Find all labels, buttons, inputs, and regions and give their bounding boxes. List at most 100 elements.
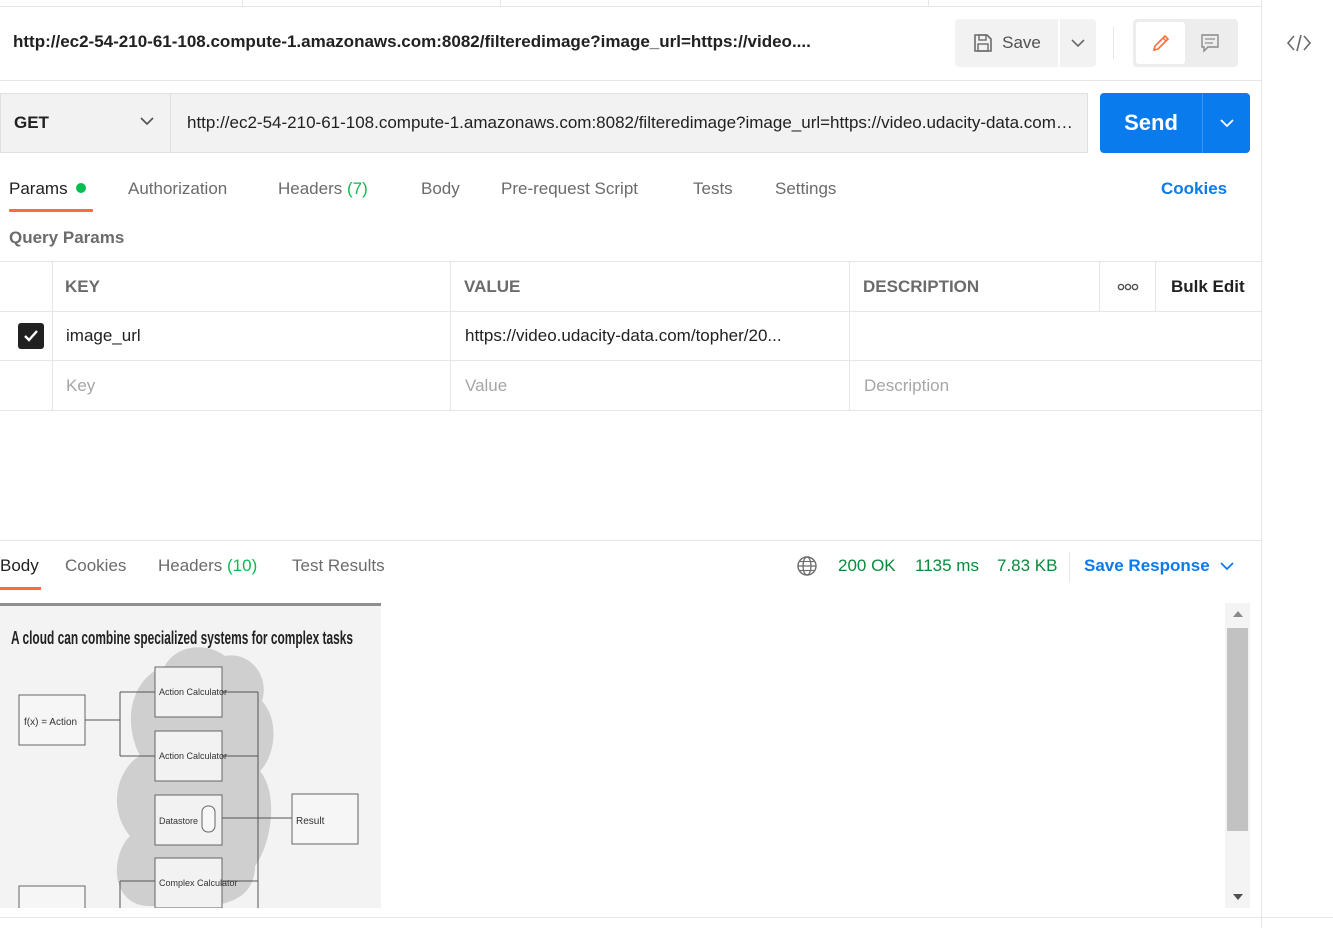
column-divider — [849, 261, 850, 411]
send-button[interactable]: Send — [1100, 93, 1202, 153]
param-description-cell[interactable] — [863, 312, 1253, 360]
datastore-label: Datastore — [159, 816, 198, 826]
tab-authorization[interactable]: Authorization — [128, 179, 227, 199]
save-options-button[interactable] — [1060, 19, 1096, 67]
param-value-cell[interactable]: https://video.udacity-data.com/topher/20… — [465, 312, 840, 360]
code-icon — [1286, 34, 1312, 52]
edit-mode-button[interactable] — [1136, 22, 1185, 64]
http-method-value: GET — [14, 113, 49, 132]
tab-response-headers[interactable]: Headers (10) — [158, 556, 257, 576]
response-image-preview: A cloud can combine specialized systems … — [0, 603, 381, 908]
tab-body[interactable]: Body — [421, 179, 460, 199]
tab-response-body[interactable]: Body — [0, 556, 39, 576]
table-row: image_url https://video.udacity-data.com… — [0, 312, 1261, 361]
tab-divider — [500, 0, 501, 7]
query-params-table: KEY VALUE DESCRIPTION Bulk Edit image_ur… — [0, 261, 1261, 411]
send-options-button[interactable] — [1203, 93, 1250, 153]
new-description-input[interactable]: Description — [864, 361, 949, 410]
response-scrollbar[interactable] — [1225, 603, 1250, 908]
tab-params[interactable]: Params — [9, 179, 86, 199]
status-bar-border — [0, 917, 1333, 918]
save-button-group: Save — [955, 19, 1096, 67]
scroll-down-button[interactable] — [1225, 886, 1250, 908]
toolbar-divider — [1113, 27, 1114, 59]
action-calculator-label: Action Calculator — [159, 751, 227, 761]
partial-node — [18, 885, 86, 908]
chevron-down-icon — [1220, 562, 1234, 571]
pencil-icon — [1152, 34, 1169, 52]
tab-settings[interactable]: Settings — [775, 179, 836, 199]
column-header-value: VALUE — [464, 276, 521, 296]
params-active-indicator — [75, 183, 86, 193]
column-options-button[interactable] — [1100, 262, 1155, 311]
active-tab-indicator — [9, 209, 93, 212]
save-response-button[interactable]: Save Response — [1084, 556, 1234, 576]
tab-params-label: Params — [9, 179, 68, 198]
network-info-button[interactable] — [796, 555, 818, 582]
scroll-up-button[interactable] — [1225, 603, 1250, 625]
tab-response-headers-label: Headers — [158, 556, 223, 575]
tab-headers-label: Headers — [278, 179, 343, 198]
save-label: Save — [1002, 33, 1041, 52]
tab-test-results[interactable]: Test Results — [292, 556, 385, 576]
table-row-empty: Key Value Description — [0, 361, 1261, 411]
comment-icon — [1200, 34, 1219, 53]
action-calculator-label: Action Calculator — [159, 687, 227, 697]
tab-pre-request-script[interactable]: Pre-request Script — [501, 179, 638, 199]
active-response-tab-indicator — [0, 587, 41, 590]
response-status[interactable]: 200 OK — [838, 556, 896, 576]
arrow-down-icon — [1232, 894, 1243, 900]
column-header-description: DESCRIPTION — [863, 276, 980, 296]
new-key-input[interactable]: Key — [66, 361, 95, 410]
comments-mode-button[interactable] — [1185, 22, 1234, 64]
save-response-label: Save Response — [1084, 556, 1210, 575]
column-divider — [1155, 261, 1156, 312]
more-horizontal-icon — [1117, 283, 1138, 290]
tab-response-cookies[interactable]: Cookies — [65, 556, 126, 576]
request-url-input[interactable]: http://ec2-54-210-61-108.compute-1.amazo… — [170, 93, 1088, 153]
checkmark-icon — [24, 330, 38, 342]
result-node-label: Result — [296, 816, 325, 827]
tab-tests[interactable]: Tests — [693, 179, 733, 199]
query-params-heading: Query Params — [9, 228, 125, 247]
response-size[interactable]: 7.83 KB — [997, 556, 1058, 576]
complex-calculator-label: Complex Calculator — [159, 878, 238, 888]
tab-divider — [928, 0, 929, 7]
param-enabled-checkbox[interactable] — [18, 323, 44, 349]
tab-headers[interactable]: Headers (7) — [278, 179, 368, 199]
column-divider — [52, 261, 53, 411]
request-name[interactable]: http://ec2-54-210-61-108.compute-1.amazo… — [13, 32, 913, 52]
save-icon — [974, 34, 992, 52]
right-sidebar — [1261, 0, 1333, 928]
param-enabled-cell — [18, 312, 44, 360]
column-divider — [450, 261, 451, 411]
postman-request-editor: http://ec2-54-210-61-108.compute-1.amazo… — [0, 0, 1333, 928]
scroll-thumb[interactable] — [1227, 628, 1248, 831]
cookies-link[interactable]: Cookies — [1161, 179, 1227, 199]
request-title-bar: http://ec2-54-210-61-108.compute-1.amazo… — [0, 7, 1261, 81]
param-key-cell[interactable]: image_url — [66, 312, 141, 360]
arrow-up-icon — [1232, 611, 1243, 617]
request-url-value: http://ec2-54-210-61-108.compute-1.amazo… — [187, 113, 1077, 132]
new-value-input[interactable]: Value — [465, 361, 507, 410]
input-node-label: f(x) = Action — [24, 717, 77, 728]
database-icon — [201, 805, 216, 833]
chevron-down-icon — [140, 117, 154, 126]
response-pane-divider — [0, 540, 1261, 541]
table-header-row: KEY VALUE DESCRIPTION Bulk Edit — [0, 261, 1261, 312]
code-snippet-button[interactable] — [1282, 28, 1316, 58]
cloud-diagram-image: A cloud can combine specialized systems … — [11, 628, 359, 908]
image-heading: A cloud can combine specialized systems … — [11, 628, 353, 648]
send-button-group: Send — [1100, 93, 1250, 153]
chevron-down-icon — [1071, 39, 1085, 48]
tab-divider — [242, 0, 243, 7]
globe-icon — [797, 556, 817, 576]
http-method-select[interactable]: GET — [0, 93, 170, 153]
bulk-edit-button[interactable]: Bulk Edit — [1171, 262, 1245, 311]
response-time[interactable]: 1135 ms — [915, 556, 979, 576]
column-header-key: KEY — [65, 276, 100, 296]
column-divider — [1099, 261, 1100, 312]
response-meta-divider — [1069, 552, 1070, 582]
save-button[interactable]: Save — [955, 19, 1058, 67]
headers-count: (7) — [347, 179, 368, 198]
